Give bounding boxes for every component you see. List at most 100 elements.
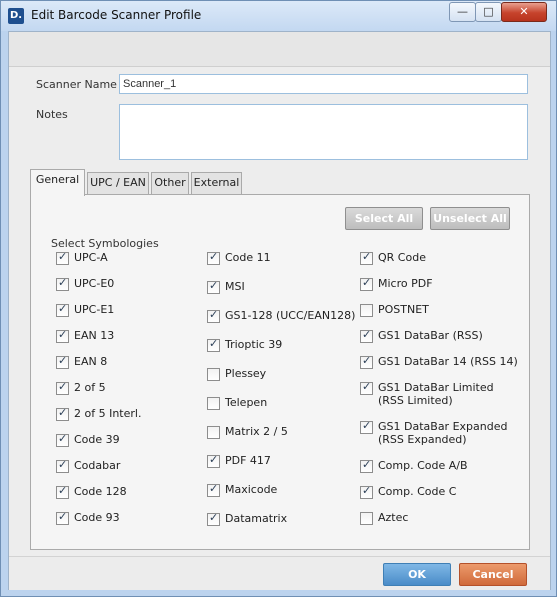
checkbox-box[interactable] bbox=[207, 397, 220, 410]
checkmark-icon: ✓ bbox=[209, 453, 219, 466]
checkbox-box[interactable]: ✓ bbox=[56, 276, 69, 291]
checkbox-label: Telepen bbox=[225, 396, 267, 409]
checkbox-box[interactable]: ✓ bbox=[360, 354, 373, 369]
title-bar[interactable]: D. Edit Barcode Scanner Profile — □ ✕ bbox=[1, 1, 556, 31]
checkbox-label-text: Maxicode bbox=[225, 483, 278, 496]
window-title: Edit Barcode Scanner Profile bbox=[31, 8, 202, 22]
checkbox-box[interactable]: ✓ bbox=[56, 510, 69, 525]
dialog-client: Scanner Name Notes General UPC / EAN Oth… bbox=[8, 31, 551, 590]
checkbox-box[interactable]: ✓ bbox=[207, 308, 220, 323]
checkbox-box[interactable]: ✓ bbox=[360, 276, 373, 291]
maximize-icon: □ bbox=[483, 5, 494, 18]
checkbox-box[interactable]: ✓ bbox=[207, 482, 220, 497]
checkbox-label-text: Datamatrix bbox=[225, 512, 288, 525]
checkbox-label-text: 2 of 5 bbox=[74, 381, 106, 394]
checkbox-box[interactable]: ✓ bbox=[207, 453, 220, 468]
tab-other[interactable]: Other bbox=[151, 172, 189, 194]
tab-upc-ean[interactable]: UPC / EAN bbox=[87, 172, 149, 194]
checkbox-label: UPC-E0 bbox=[74, 277, 114, 290]
checkbox-box[interactable]: ✓ bbox=[56, 484, 69, 499]
scanner-name-input[interactable] bbox=[119, 74, 528, 94]
checkbox-label-text: UPC-A bbox=[74, 251, 108, 264]
tab-external[interactable]: External bbox=[191, 172, 242, 194]
checkbox-label-text: GS1 DataBar Expanded bbox=[378, 420, 508, 433]
checkbox-label-text: UPC-E1 bbox=[74, 303, 115, 316]
checkbox-box[interactable]: ✓ bbox=[207, 511, 220, 526]
checkbox-box[interactable]: ✓ bbox=[56, 432, 69, 447]
checkbox-label-text: QR Code bbox=[378, 251, 426, 264]
checkbox-box[interactable] bbox=[207, 368, 220, 381]
checkbox-box[interactable]: ✓ bbox=[56, 250, 69, 265]
checkbox-label: Code 128 bbox=[74, 485, 127, 498]
checkbox-label: Code 11 bbox=[225, 251, 271, 264]
checkbox-label-text: Codabar bbox=[74, 459, 121, 472]
checkbox-label-text: Plessey bbox=[225, 367, 267, 380]
checkmark-icon: ✓ bbox=[58, 328, 68, 341]
checkbox-label: GS1 DataBar Expanded (RSS Expanded) bbox=[378, 420, 507, 446]
checkbox-label-text: Aztec bbox=[378, 511, 409, 524]
checkbox-box[interactable]: ✓ bbox=[56, 406, 69, 421]
checkbox-box[interactable]: ✓ bbox=[360, 484, 373, 499]
close-icon: ✕ bbox=[519, 5, 529, 18]
checkbox-label: Micro PDF bbox=[378, 277, 433, 290]
checkbox-box[interactable] bbox=[360, 304, 373, 317]
checkbox-box[interactable]: ✓ bbox=[360, 250, 373, 265]
checkmark-icon: ✓ bbox=[58, 276, 68, 289]
checkbox-label-text: GS1 DataBar Limited bbox=[378, 381, 494, 394]
checkbox-label-text: UPC-E0 bbox=[74, 277, 115, 290]
checkbox-box[interactable] bbox=[207, 426, 220, 439]
checkbox-box[interactable]: ✓ bbox=[207, 250, 220, 265]
checkbox-box[interactable]: ✓ bbox=[207, 337, 220, 352]
checkbox-label: Matrix 2 / 5 bbox=[225, 425, 288, 438]
checkbox-label: Comp. Code A/B bbox=[378, 459, 468, 472]
tab-general[interactable]: General bbox=[30, 169, 85, 196]
close-button[interactable]: ✕ bbox=[501, 2, 547, 22]
dialog-window: D. Edit Barcode Scanner Profile — □ ✕ Sc… bbox=[0, 0, 557, 597]
checkmark-icon: ✓ bbox=[362, 354, 372, 367]
checkbox-label: EAN 13 bbox=[74, 329, 114, 342]
unselect-all-button[interactable]: Unselect All bbox=[430, 207, 510, 230]
checkbox-label: GS1 DataBar Limited (RSS Limited) bbox=[378, 381, 494, 407]
cancel-button[interactable]: Cancel bbox=[459, 563, 527, 586]
notes-label: Notes bbox=[36, 108, 68, 121]
checkbox-label-text: Code 93 bbox=[74, 511, 120, 524]
minimize-button[interactable]: — bbox=[449, 2, 476, 22]
checkbox-label-text: PDF 417 bbox=[225, 454, 271, 467]
notes-textarea[interactable] bbox=[119, 104, 528, 160]
checkmark-icon: ✓ bbox=[362, 276, 372, 289]
checkmark-icon: ✓ bbox=[362, 419, 372, 432]
checkmark-icon: ✓ bbox=[362, 380, 372, 393]
minimize-icon: — bbox=[457, 5, 468, 18]
checkbox-label-text-line2: (RSS Expanded) bbox=[378, 433, 467, 446]
checkbox-label: Datamatrix bbox=[225, 512, 287, 525]
checkbox-label-text: Comp. Code A/B bbox=[378, 459, 468, 472]
checkbox-label: Codabar bbox=[74, 459, 120, 472]
checkbox-label: Maxicode bbox=[225, 483, 277, 496]
checkbox-box[interactable]: ✓ bbox=[56, 354, 69, 369]
checkbox-box[interactable]: ✓ bbox=[56, 302, 69, 317]
symbologies-heading: Select Symbologies bbox=[51, 237, 159, 250]
checkbox-label: GS1 DataBar 14 (RSS 14) bbox=[378, 355, 518, 368]
checkbox-label: Aztec bbox=[378, 511, 408, 524]
checkbox-box[interactable]: ✓ bbox=[56, 380, 69, 395]
checkbox-box[interactable]: ✓ bbox=[56, 458, 69, 473]
checkbox-label: UPC-A bbox=[74, 251, 108, 264]
checkmark-icon: ✓ bbox=[58, 510, 68, 523]
checkbox-label-text: Micro PDF bbox=[378, 277, 433, 290]
checkbox-label: PDF 417 bbox=[225, 454, 271, 467]
checkbox-box[interactable]: ✓ bbox=[207, 279, 220, 294]
ok-button[interactable]: OK bbox=[383, 563, 451, 586]
checkbox-label-text: EAN 8 bbox=[74, 355, 108, 368]
maximize-button[interactable]: □ bbox=[475, 2, 502, 22]
checkmark-icon: ✓ bbox=[58, 484, 68, 497]
checkbox-box[interactable]: ✓ bbox=[360, 458, 373, 473]
checkbox-box[interactable]: ✓ bbox=[56, 328, 69, 343]
checkbox-box[interactable]: ✓ bbox=[360, 380, 373, 395]
checkbox-box[interactable]: ✓ bbox=[360, 419, 373, 434]
checkbox-label-text: 2 of 5 Interl. bbox=[74, 407, 142, 420]
checkmark-icon: ✓ bbox=[209, 250, 219, 263]
select-all-button[interactable]: Select All bbox=[345, 207, 423, 230]
checkbox-label-text: Trioptic 39 bbox=[225, 338, 283, 351]
checkbox-box[interactable] bbox=[360, 512, 373, 525]
checkbox-box[interactable]: ✓ bbox=[360, 328, 373, 343]
